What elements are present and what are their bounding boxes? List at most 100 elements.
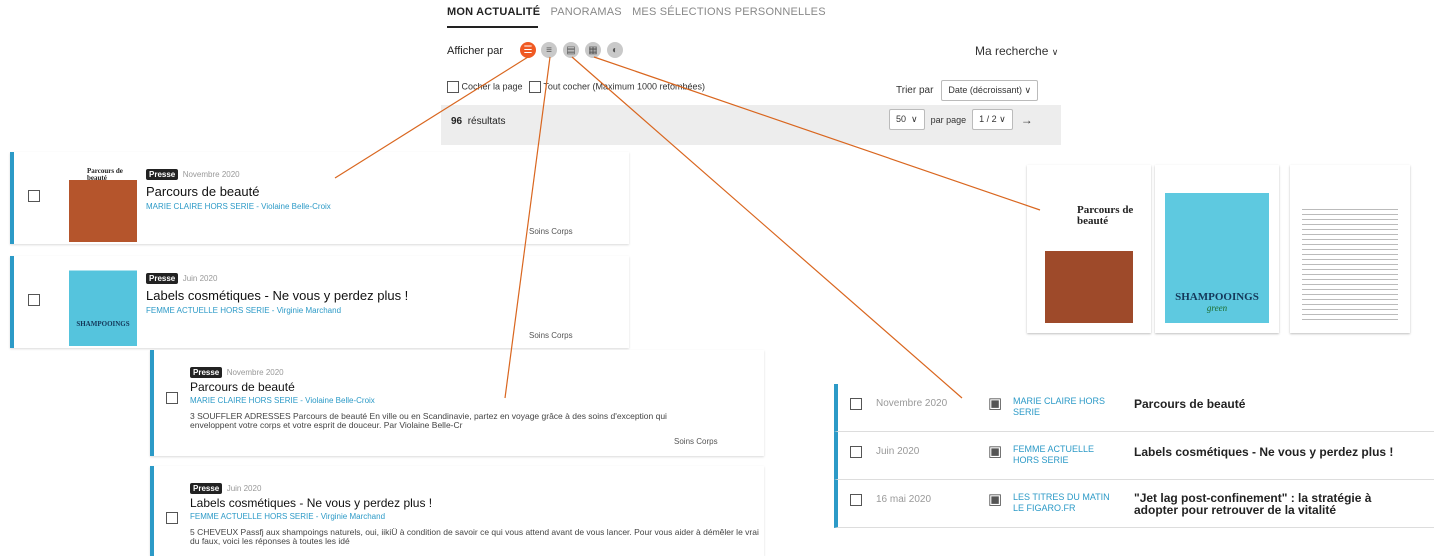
row-source[interactable]: MARIE CLAIRE HORS SERIE: [1013, 396, 1105, 418]
article-thumbnail[interactable]: Parcours de beauté: [69, 156, 137, 242]
list-detail-view-icon[interactable]: ☰: [520, 42, 536, 58]
presse-badge: Presse: [146, 169, 179, 180]
article-checkbox[interactable]: [166, 392, 178, 404]
row-title[interactable]: Parcours de beauté: [1134, 397, 1245, 411]
row-checkbox[interactable]: [850, 494, 862, 506]
article-meta: Presse Juin 2020: [146, 268, 217, 286]
article-date: Novembre 2020: [226, 368, 284, 377]
sort-control: Trier par Date (décroissant) ∨: [896, 80, 1039, 101]
grid-thumbnail[interactable]: SHAMPOOINGS green: [1155, 165, 1279, 333]
article-source[interactable]: MARIE CLAIRE HORS SERIE - Violaine Belle…: [190, 396, 375, 405]
presse-badge: Presse: [146, 273, 179, 284]
article-meta: Presse Novembre 2020: [146, 164, 240, 182]
thumb-title: Parcours de beauté: [87, 167, 123, 182]
article-card-excerpt[interactable]: Presse Juin 2020 Labels cosmétiques - Ne…: [150, 466, 764, 556]
results-number: 96: [451, 116, 463, 127]
row-title-line: adopter pour retrouver de la vitalité: [1134, 503, 1337, 517]
article-card[interactable]: Parcours de beauté Presse Novembre 2020 …: [10, 152, 629, 244]
article-checkbox[interactable]: [28, 190, 40, 202]
active-tab-underline: [447, 26, 538, 28]
newspaper-icon: ▣: [988, 491, 1003, 508]
ma-recherche-label: Ma recherche: [975, 44, 1049, 58]
article-excerpt: 5 CHEVEUX Passfj aux shampoings naturels…: [190, 527, 759, 546]
ma-recherche-dropdown[interactable]: Ma recherche ∨: [975, 44, 1058, 58]
per-page-select[interactable]: 50 ∨: [889, 109, 925, 130]
row-source[interactable]: FEMME ACTUELLE HORS SERIE: [1013, 444, 1094, 466]
check-options: Cocher la page Tout cocher (Maximum 1000…: [447, 81, 705, 93]
newspaper-icon: ▣: [988, 395, 1003, 412]
pagination: 50 ∨ par page 1 / 2 ∨ →: [889, 109, 1033, 130]
presse-badge: Presse: [190, 483, 223, 494]
thumb-title: Parcours de beauté: [1077, 204, 1134, 227]
row-source-line: LE FIGARO.FR: [1013, 503, 1076, 513]
article-meta: Presse Novembre 2020: [190, 362, 284, 380]
article-card[interactable]: SHAMPOOINGS Presse Juin 2020 Labels cosm…: [10, 256, 629, 348]
grid-thumbnail[interactable]: Parcours de beauté: [1027, 165, 1151, 333]
afficher-par-label: Afficher par: [447, 45, 504, 57]
row-source[interactable]: LES TITRES DU MATIN LE FIGARO.FR: [1013, 492, 1110, 514]
sort-select[interactable]: Date (décroissant) ∨: [941, 80, 1039, 101]
article-tag: Soins Corps: [529, 331, 573, 340]
table-row[interactable]: Novembre 2020 ▣ MARIE CLAIRE HORS SERIE …: [834, 384, 1434, 432]
row-checkbox[interactable]: [850, 446, 862, 458]
row-date: Novembre 2020: [876, 398, 948, 409]
thumb-subtitle: green: [1206, 303, 1228, 313]
thumb-title: SHAMPOOINGS: [76, 320, 130, 328]
article-checkbox[interactable]: [166, 512, 178, 524]
article-excerpt: 3 SOUFFLER ADRESSES Parcours de beauté E…: [190, 411, 667, 430]
presse-badge: Presse: [190, 367, 223, 378]
article-thumbnail[interactable]: SHAMPOOINGS: [69, 258, 137, 346]
thumbnail-image: [1302, 205, 1398, 323]
row-source-line: SERIE: [1013, 407, 1041, 417]
results-count: 96 résultats: [451, 116, 505, 127]
grid-view-icon[interactable]: ▦: [585, 42, 601, 58]
per-page-label: par page: [930, 114, 967, 125]
article-title[interactable]: Labels cosmétiques - Ne vous y perdez pl…: [190, 496, 432, 510]
cocher-page-label: Cocher la page: [461, 81, 523, 92]
row-checkbox[interactable]: [850, 398, 862, 410]
row-title[interactable]: Labels cosmétiques - Ne vous y perdez pl…: [1134, 445, 1393, 459]
newspaper-icon: ▣: [988, 443, 1003, 460]
tab-panoramas[interactable]: PANORAMAS: [551, 6, 622, 18]
list-table-view-icon[interactable]: ▤: [563, 42, 579, 58]
article-title[interactable]: Parcours de beauté: [146, 184, 259, 199]
row-date: Juin 2020: [876, 446, 920, 457]
article-source[interactable]: FEMME ACTUELLE HORS SERIE - Virginie Mar…: [190, 512, 385, 521]
cocher-page-checkbox[interactable]: [447, 81, 459, 93]
thumb-title: SHAMPOOINGS: [1175, 291, 1259, 303]
row-source-line: LES TITRES DU MATIN: [1013, 492, 1110, 502]
tabs-bar: MON ACTUALITÉ PANORAMAS MES SÉLECTIONS P…: [447, 6, 833, 18]
row-title[interactable]: "Jet lag post-confinement" : la stratégi…: [1134, 492, 1371, 516]
tout-cocher-label: Tout cocher (Maximum 1000 retombées): [543, 81, 705, 92]
tab-mes-selections[interactable]: MES SÉLECTIONS PERSONNELLES: [632, 6, 826, 18]
tout-cocher-checkbox[interactable]: [529, 81, 542, 93]
article-date: Novembre 2020: [182, 170, 240, 179]
trier-par-label: Trier par: [896, 85, 934, 96]
page-select[interactable]: 1 / 2 ∨: [972, 109, 1013, 130]
row-date: 16 mai 2020: [876, 494, 932, 505]
next-page-arrow-icon[interactable]: →: [1021, 113, 1033, 127]
table-row[interactable]: Juin 2020 ▣ FEMME ACTUELLE HORS SERIE La…: [834, 432, 1434, 480]
article-title[interactable]: Labels cosmétiques - Ne vous y perdez pl…: [146, 288, 408, 303]
table-row[interactable]: 16 mai 2020 ▣ LES TITRES DU MATIN LE FIG…: [834, 480, 1434, 528]
chevron-down-icon: ∨: [1051, 47, 1059, 57]
article-tag: Soins Corps: [529, 227, 573, 236]
row-source-line: MARIE CLAIRE HORS: [1013, 396, 1106, 406]
page-value: 1 / 2: [979, 114, 997, 124]
chart-view-icon[interactable]: ◐: [607, 42, 623, 58]
article-tag: Soins Corps: [674, 437, 718, 446]
sort-select-value: Date (décroissant): [948, 85, 1022, 95]
article-title[interactable]: Parcours de beauté: [190, 380, 295, 394]
per-page-value: 50: [896, 114, 907, 124]
article-source[interactable]: FEMME ACTUELLE HORS SERIE - Virginie Mar…: [146, 306, 341, 315]
article-card-excerpt[interactable]: Presse Novembre 2020 Parcours de beauté …: [150, 350, 764, 456]
article-source[interactable]: MARIE CLAIRE HORS SERIE - Violaine Belle…: [146, 202, 331, 211]
row-source-line: FEMME ACTUELLE: [1013, 444, 1095, 454]
list-compact-view-icon[interactable]: ≡: [541, 42, 557, 58]
article-date: Juin 2020: [226, 484, 262, 493]
article-meta: Presse Juin 2020: [190, 478, 261, 496]
tab-mon-actualite[interactable]: MON ACTUALITÉ: [447, 6, 540, 18]
article-checkbox[interactable]: [28, 294, 40, 306]
results-label: résultats: [467, 116, 506, 127]
grid-thumbnail[interactable]: [1290, 165, 1410, 333]
